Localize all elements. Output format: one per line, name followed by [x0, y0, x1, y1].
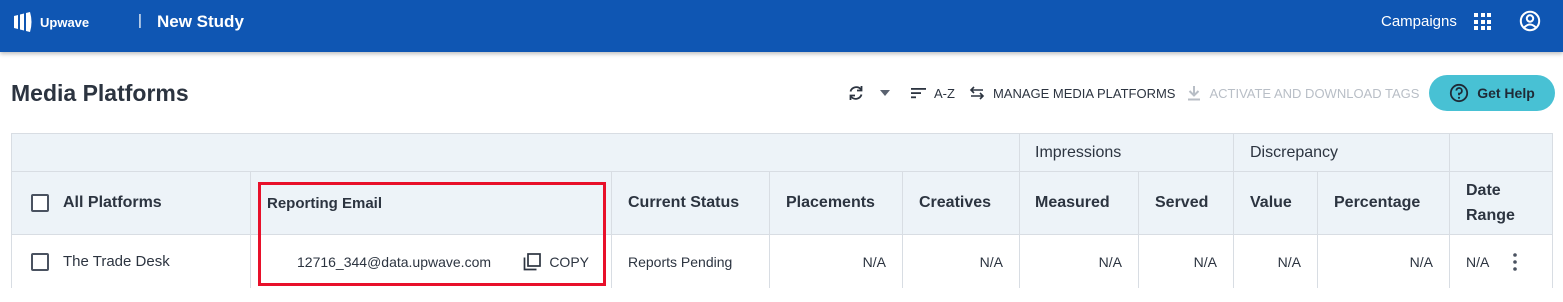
- upwave-logo[interactable]: Upwave: [12, 11, 89, 33]
- get-help-label: Get Help: [1477, 85, 1535, 101]
- placements-cell: N/A: [769, 235, 902, 288]
- group-header-empty-end: [1449, 134, 1554, 171]
- column-creatives[interactable]: Creatives: [902, 172, 1019, 234]
- date-range-cell: N/A: [1449, 235, 1554, 288]
- value-cell: N/A: [1233, 235, 1317, 288]
- swap-arrows-icon: [969, 86, 985, 100]
- download-icon: [1188, 85, 1201, 100]
- study-title[interactable]: New Study: [157, 12, 244, 32]
- platform-cell: The Trade Desk: [12, 235, 250, 288]
- group-header-impressions: Impressions: [1019, 134, 1233, 171]
- column-date-range[interactable]: Date Range: [1449, 172, 1554, 234]
- manage-media-platforms-button[interactable]: MANAGE MEDIA PLATFORMS: [969, 85, 1176, 101]
- date-range-value: N/A: [1466, 253, 1490, 270]
- select-all-checkbox[interactable]: [31, 194, 49, 212]
- column-all-platforms: All Platforms: [12, 172, 250, 234]
- table-group-header-row: Impressions Discrepancy: [12, 134, 1552, 172]
- table-row[interactable]: The Trade Desk 12716_344@data.upwave.com…: [12, 235, 1552, 288]
- row-checkbox[interactable]: [31, 252, 49, 271]
- platform-name: The Trade Desk: [63, 253, 170, 270]
- sort-label: A-Z: [934, 85, 955, 101]
- column-reporting-email: Reporting Email: [250, 172, 611, 234]
- creatives-cell: N/A: [902, 235, 1019, 288]
- sort-icon: [911, 88, 926, 99]
- column-current-status[interactable]: Current Status: [611, 172, 769, 234]
- copy-icon: [523, 252, 542, 270]
- get-help-button[interactable]: Get Help: [1429, 75, 1555, 111]
- activate-label: ACTIVATE AND DOWNLOAD TAGS: [1209, 85, 1420, 101]
- top-nav-bar: Upwave | New Study Campaigns: [0, 0, 1563, 52]
- served-cell: N/A: [1138, 235, 1233, 288]
- more-vert-icon[interactable]: [1513, 252, 1518, 271]
- sort-az-button[interactable]: A-Z: [911, 86, 955, 101]
- help-circle-icon: [1450, 83, 1469, 103]
- copy-label: COPY: [549, 253, 589, 270]
- percentage-cell: N/A: [1317, 235, 1449, 288]
- logo-text: Upwave: [40, 14, 90, 30]
- column-value[interactable]: Value: [1233, 172, 1317, 234]
- reporting-email-cell: 12716_344@data.upwave.com COPY: [250, 235, 611, 288]
- table-toolbar: A-Z MANAGE MEDIA PLATFORMS ACTIVATE AND …: [846, 78, 1419, 108]
- table-header-row: All Platforms Reporting Email Current St…: [12, 172, 1552, 235]
- copy-email-button[interactable]: COPY: [523, 235, 589, 288]
- refresh-icon[interactable]: [846, 83, 866, 103]
- media-platforms-table: Impressions Discrepancy All Platforms Re…: [11, 133, 1553, 288]
- column-placements[interactable]: Placements: [769, 172, 902, 234]
- activate-download-tags-button[interactable]: ACTIVATE AND DOWNLOAD TAGS: [1188, 85, 1420, 101]
- campaigns-link[interactable]: Campaigns: [1381, 13, 1457, 30]
- grid-icon[interactable]: [1474, 13, 1491, 30]
- status-cell: Reports Pending: [611, 235, 769, 288]
- group-header-discrepancy: Discrepancy: [1233, 134, 1449, 171]
- column-served[interactable]: Served: [1138, 172, 1233, 234]
- measured-cell: N/A: [1019, 235, 1138, 288]
- page-title: Media Platforms: [11, 80, 189, 106]
- account-circle-icon[interactable]: [1519, 10, 1541, 32]
- group-header-empty: [12, 134, 1019, 171]
- reporting-email-value: 12716_344@data.upwave.com: [297, 253, 492, 270]
- column-measured[interactable]: Measured: [1019, 172, 1138, 234]
- column-percentage[interactable]: Percentage: [1317, 172, 1449, 234]
- upwave-logo-icon: [14, 12, 32, 32]
- column-label-all-platforms: All Platforms: [63, 194, 162, 211]
- header-separator: |: [138, 12, 142, 29]
- caret-down-icon[interactable]: [880, 88, 890, 98]
- manage-label: MANAGE MEDIA PLATFORMS: [992, 85, 1176, 101]
